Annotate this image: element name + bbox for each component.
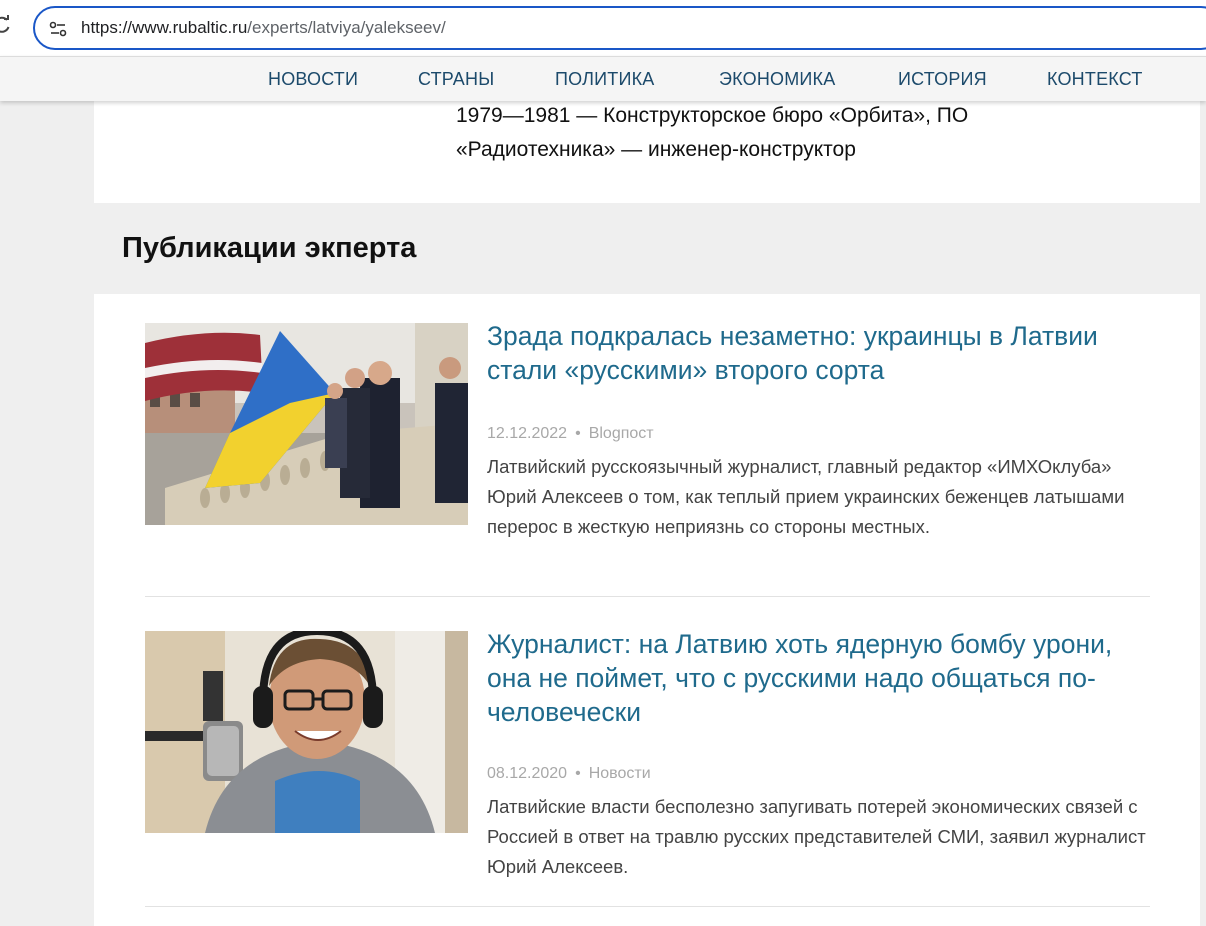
site-settings-icon[interactable]: [49, 20, 67, 38]
url-path: /experts/latviya/yalekseev/: [247, 18, 446, 37]
reload-icon[interactable]: [0, 15, 12, 35]
site-navigation: НОВОСТИ СТРАНЫ ПОЛИТИКА ЭКОНОМИКА ИСТОРИ…: [0, 56, 1206, 101]
article-image[interactable]: [145, 631, 468, 833]
meta-separator: •: [575, 765, 581, 782]
nav-item-context[interactable]: КОНТЕКСТ: [1047, 69, 1143, 90]
bio-line: «Радиотехника» — инженер-конструктор: [456, 138, 856, 161]
article-meta: 12.12.2022 • Blogпост: [487, 425, 654, 443]
browser-toolbar: https://www.rubaltic.ru/experts/latviya/…: [0, 0, 1206, 56]
article-date: 08.12.2020: [487, 765, 568, 782]
meta-separator: •: [575, 425, 581, 442]
bio-panel: 1979—1981 — Конструкторское бюро «Орбита…: [94, 101, 1200, 203]
article-meta: 08.12.2020 • Новости: [487, 765, 651, 783]
bio-line: 1979—1981 — Конструкторское бюро «Орбита…: [456, 104, 969, 127]
article-description: Латвийские власти бесполезно запугивать …: [487, 796, 1146, 877]
article-title[interactable]: Журналист: на Латвию хоть ядерную бомбу …: [487, 627, 1157, 729]
address-bar[interactable]: https://www.rubaltic.ru/experts/latviya/…: [33, 6, 1206, 50]
article-image[interactable]: [145, 323, 468, 525]
url-text[interactable]: https://www.rubaltic.ru/experts/latviya/…: [81, 18, 446, 38]
url-host: https://www.rubaltic.ru: [81, 18, 248, 37]
article-category[interactable]: Blogпост: [589, 425, 654, 442]
article-description: Латвийский русскоязычный журналист, глав…: [487, 456, 1125, 537]
section-title: Публикации экперта: [122, 232, 417, 264]
nav-item-economy[interactable]: ЭКОНОМИКА: [719, 69, 835, 90]
nav-item-countries[interactable]: СТРАНЫ: [418, 69, 494, 90]
divider: [145, 906, 1150, 907]
nav-item-politics[interactable]: ПОЛИТИКА: [555, 69, 655, 90]
article-date: 12.12.2022: [487, 425, 568, 442]
nav-item-history[interactable]: ИСТОРИЯ: [898, 69, 987, 90]
divider: [145, 596, 1150, 597]
article-title[interactable]: Зрада подкралась незаметно: украинцы в Л…: [487, 319, 1157, 387]
article-category[interactable]: Новости: [589, 765, 651, 782]
publications-list: Зрада подкралась незаметно: украинцы в Л…: [94, 294, 1200, 926]
nav-item-news[interactable]: НОВОСТИ: [268, 69, 358, 90]
